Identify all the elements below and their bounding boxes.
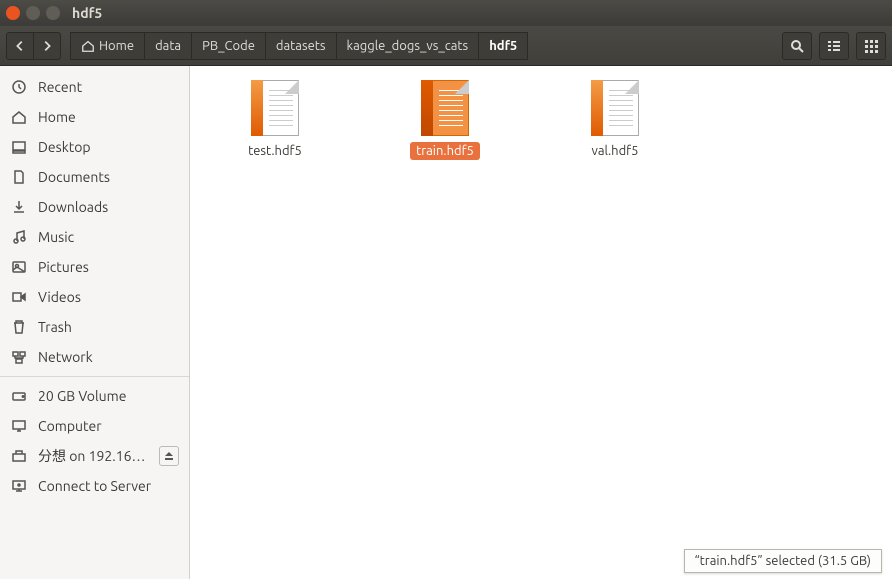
sidebar-item-label: Network [38, 349, 179, 365]
file-item[interactable]: test.hdf5 [220, 80, 330, 160]
sidebar-item-label: Music [38, 229, 179, 245]
downloads-icon [10, 198, 28, 216]
sidebar-item-documents[interactable]: Documents [0, 162, 189, 192]
main-pane: test.hdf5 train.hdf5 val.hdf5 “train.hdf5”… [190, 66, 892, 579]
documents-icon [10, 168, 28, 186]
sidebar-item-home[interactable]: Home [0, 102, 189, 132]
sidebar-item-trash[interactable]: Trash [0, 312, 189, 342]
grid-view-button[interactable] [856, 32, 886, 60]
breadcrumb-item-data[interactable]: data [144, 32, 192, 60]
list-view-button[interactable] [819, 32, 849, 60]
file-label: test.hdf5 [242, 142, 308, 160]
sidebar: Recent Home Desktop Documents Downloads Music… [0, 66, 190, 579]
eject-button[interactable] [159, 446, 179, 466]
file-icon [251, 80, 299, 136]
recent-icon [10, 78, 28, 96]
titlebar: hdf5 [0, 0, 892, 26]
sidebar-item-connect[interactable]: Connect to Server [0, 471, 189, 501]
close-icon[interactable] [6, 6, 20, 20]
sidebar-item-label: Recent [38, 79, 179, 95]
network-icon [10, 348, 28, 366]
sidebar-separator [0, 376, 189, 377]
minimize-icon[interactable] [26, 6, 40, 20]
sidebar-item-drive[interactable]: 20 GB Volume [0, 381, 189, 411]
desktop-icon [10, 138, 28, 156]
music-icon [10, 228, 28, 246]
sidebar-item-label: 20 GB Volume [38, 388, 179, 404]
breadcrumb-item-kaggle_dogs_vs_cats[interactable]: kaggle_dogs_vs_cats [336, 32, 480, 60]
breadcrumb-label: Home [99, 39, 134, 53]
breadcrumb-item-hdf5[interactable]: hdf5 [478, 32, 528, 60]
sidebar-item-remote[interactable]: 分想 on 192.16… [0, 441, 189, 471]
sidebar-item-label: Computer [38, 418, 179, 434]
file-item[interactable]: val.hdf5 [560, 80, 670, 160]
sidebar-item-label: Documents [38, 169, 179, 185]
sidebar-item-label: Home [38, 109, 179, 125]
maximize-icon[interactable] [46, 6, 60, 20]
toolbar: Home data PB_Code datasets kaggle_dogs_vs_ca… [0, 26, 892, 66]
breadcrumb-item-home[interactable]: Home [70, 32, 145, 60]
search-button[interactable] [782, 32, 812, 60]
breadcrumb-label: data [155, 39, 181, 53]
file-item[interactable]: train.hdf5 [390, 80, 500, 160]
file-icon [591, 80, 639, 136]
computer-icon [10, 417, 28, 435]
sidebar-item-pictures[interactable]: Pictures [0, 252, 189, 282]
forward-button[interactable] [33, 32, 61, 60]
sidebar-item-label: Connect to Server [38, 478, 179, 494]
sidebar-item-computer[interactable]: Computer [0, 411, 189, 441]
sidebar-item-network[interactable]: Network [0, 342, 189, 372]
sidebar-item-label: Videos [38, 289, 179, 305]
sidebar-item-music[interactable]: Music [0, 222, 189, 252]
drive-icon [10, 387, 28, 405]
breadcrumb-label: hdf5 [489, 39, 517, 53]
trash-icon [10, 318, 28, 336]
pictures-icon [10, 258, 28, 276]
connect-icon [10, 477, 28, 495]
breadcrumb-label: datasets [276, 39, 326, 53]
window-title: hdf5 [72, 5, 102, 21]
videos-icon [10, 288, 28, 306]
home-icon [10, 108, 28, 126]
back-button[interactable] [6, 32, 34, 60]
breadcrumb: Home data PB_Code datasets kaggle_dogs_vs_ca… [71, 32, 528, 60]
sidebar-item-label: Pictures [38, 259, 179, 275]
sidebar-item-label: 分想 on 192.16… [38, 446, 149, 466]
file-icon [421, 80, 469, 136]
sidebar-item-label: Desktop [38, 139, 179, 155]
remote-icon [10, 447, 28, 465]
breadcrumb-label: PB_Code [202, 39, 255, 53]
breadcrumb-label: kaggle_dogs_vs_cats [347, 39, 469, 53]
file-label: train.hdf5 [410, 142, 480, 160]
file-label: val.hdf5 [586, 142, 645, 160]
breadcrumb-item-datasets[interactable]: datasets [265, 32, 337, 60]
sidebar-item-label: Trash [38, 319, 179, 335]
file-grid: test.hdf5 train.hdf5 val.hdf5 [190, 66, 892, 579]
sidebar-item-videos[interactable]: Videos [0, 282, 189, 312]
sidebar-item-downloads[interactable]: Downloads [0, 192, 189, 222]
breadcrumb-item-pb_code[interactable]: PB_Code [191, 32, 266, 60]
sidebar-item-label: Downloads [38, 199, 179, 215]
status-tooltip: “train.hdf5” selected (31.5 GB) [684, 549, 883, 573]
sidebar-item-desktop[interactable]: Desktop [0, 132, 189, 162]
sidebar-item-recent[interactable]: Recent [0, 72, 189, 102]
window-buttons [6, 6, 60, 20]
